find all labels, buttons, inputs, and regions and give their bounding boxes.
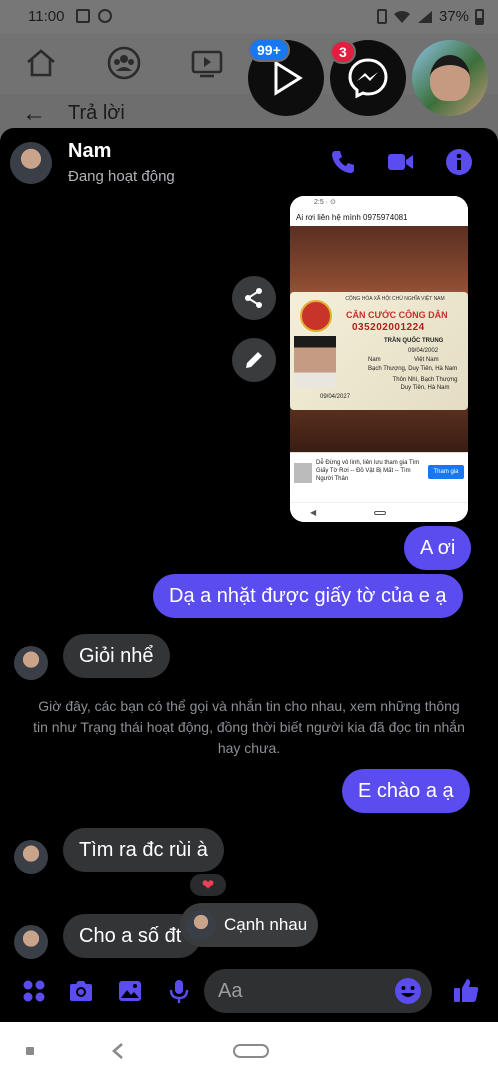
- card-dob: 09/04/2002: [408, 348, 439, 354]
- chat-bubble-chip[interactable]: Cạnh nhau: [180, 903, 318, 947]
- shared-image-caption: Ai rơi liên hệ mình 0975974081: [296, 213, 408, 222]
- system-nav-bar: [0, 1022, 498, 1080]
- input-placeholder: Aa: [218, 980, 243, 1002]
- vibrate-icon: [376, 9, 387, 24]
- watch-icon[interactable]: [190, 46, 224, 80]
- chip-avatar: [186, 910, 216, 940]
- home-pill-icon[interactable]: [233, 1044, 269, 1058]
- chip-label: Cạnh nhau: [224, 915, 308, 934]
- home-icon[interactable]: [24, 46, 58, 80]
- messenger-badge: 3: [330, 40, 356, 64]
- header-avatar[interactable]: [10, 142, 52, 184]
- sender-avatar[interactable]: [14, 646, 48, 680]
- emoji-icon[interactable]: [394, 977, 422, 1005]
- sender-avatar[interactable]: [14, 840, 48, 874]
- shared-image-navbar: ◀: [290, 502, 468, 522]
- nav-back-mini-icon: ◀: [310, 508, 317, 517]
- like-icon[interactable]: [452, 976, 480, 1004]
- ad-thumbnail: [294, 463, 312, 483]
- video-badge: 99+: [248, 38, 290, 62]
- message-out[interactable]: E chào a ạ: [342, 769, 470, 813]
- info-icon[interactable]: [445, 148, 473, 176]
- sender-avatar[interactable]: [14, 925, 48, 959]
- messenger-icon: [348, 58, 388, 99]
- video-call-icon[interactable]: [386, 148, 414, 176]
- nav-home-mini-icon: [374, 511, 386, 515]
- reply-label: Trả lời: [68, 102, 125, 124]
- chat-head-avatar[interactable]: [412, 40, 488, 116]
- signal-icon: [417, 10, 432, 23]
- card-header: CỘNG HÒA XÃ HỘI CHỦ NGHĨA VIỆT NAM: [345, 296, 445, 302]
- card-title: CĂN CƯỚC CÔNG DÂN: [346, 310, 448, 320]
- card-number: 035202001224: [352, 322, 425, 333]
- message-input[interactable]: Aa: [204, 969, 432, 1013]
- ad-text: Dễ Đừng vô lình, liên lưu tham gia Tìm G…: [316, 460, 420, 482]
- ad-banner: Dễ Đừng vô lình, liên lưu tham gia Tìm G…: [290, 452, 468, 502]
- composer: Aa: [0, 966, 498, 1016]
- contact-status: Đang hoạt động: [68, 168, 175, 185]
- battery-percent: 37%: [438, 8, 469, 25]
- shared-image[interactable]: 2:5 · ⊙ Ai rơi liên hệ mình 0975974081 C…: [290, 196, 468, 522]
- card-hometown: Bạch Thượng, Duy Tiên, Hà Nam: [368, 366, 458, 372]
- avatar: [430, 55, 470, 101]
- status-right: 37%: [376, 8, 484, 25]
- ad-join-button: Tham gia: [428, 465, 464, 479]
- back-icon[interactable]: [110, 1042, 126, 1060]
- message-in[interactable]: Giỏi nhể: [63, 634, 170, 678]
- status-time: 11:00: [28, 8, 65, 25]
- card-nationality: Việt Nam: [414, 357, 439, 363]
- status-bar: 11:00 37%: [0, 0, 498, 34]
- gallery-icon[interactable]: [117, 978, 143, 1004]
- contact-name[interactable]: Nam: [68, 140, 111, 163]
- back-arrow-icon[interactable]: ←: [22, 100, 46, 128]
- card-name: TRẦN QUỐC TRUNG: [384, 338, 444, 344]
- id-card-photo: CỘNG HÒA XÃ HỘI CHỦ NGHĨA VIỆT NAM CĂN C…: [290, 226, 468, 452]
- phone-icon[interactable]: [329, 148, 357, 176]
- edit-button[interactable]: [232, 338, 276, 382]
- recents-icon[interactable]: [26, 1047, 34, 1055]
- system-note: Giờ đây, các bạn có thể gọi và nhắn tin …: [33, 698, 465, 756]
- gallery-notification-icon: [76, 9, 90, 23]
- id-card: CỘNG HÒA XÃ HỘI CHỦ NGHĨA VIỆT NAM CĂN C…: [290, 292, 468, 410]
- share-icon: [245, 288, 262, 308]
- message-out[interactable]: Dạ a nhặt được giấy tờ của e ạ: [153, 574, 463, 618]
- camera-icon[interactable]: [68, 978, 94, 1004]
- edit-icon: [246, 352, 262, 368]
- shared-image-statusbar: 2:5 · ⊙: [290, 196, 468, 210]
- play-icon: [274, 60, 303, 96]
- heart-icon: ❤: [201, 877, 215, 894]
- chat-panel: Nam Đang hoạt động 2:5 · ⊙ Ai rơi liên h…: [0, 128, 498, 1022]
- card-emblem: [300, 300, 332, 332]
- wifi-icon: [393, 10, 410, 23]
- card-portrait: [294, 336, 336, 388]
- groups-icon[interactable]: [107, 46, 141, 80]
- message-in[interactable]: Tìm ra đc rùi à: [63, 828, 224, 872]
- heart-reaction[interactable]: ❤: [188, 872, 228, 898]
- card-residence: Thôn Nhì, Bạch Thượng Duy Tiên, Hà Nam: [392, 377, 458, 391]
- mic-icon[interactable]: [166, 978, 192, 1004]
- share-button[interactable]: [232, 276, 276, 320]
- card-sex: Nam: [368, 357, 381, 363]
- message-out[interactable]: A ơi: [404, 526, 472, 570]
- battery-icon: [475, 8, 484, 25]
- messenger-notification-icon: [98, 9, 112, 23]
- card-expiry: 09/04/2027: [320, 394, 351, 400]
- apps-icon[interactable]: [21, 978, 47, 1004]
